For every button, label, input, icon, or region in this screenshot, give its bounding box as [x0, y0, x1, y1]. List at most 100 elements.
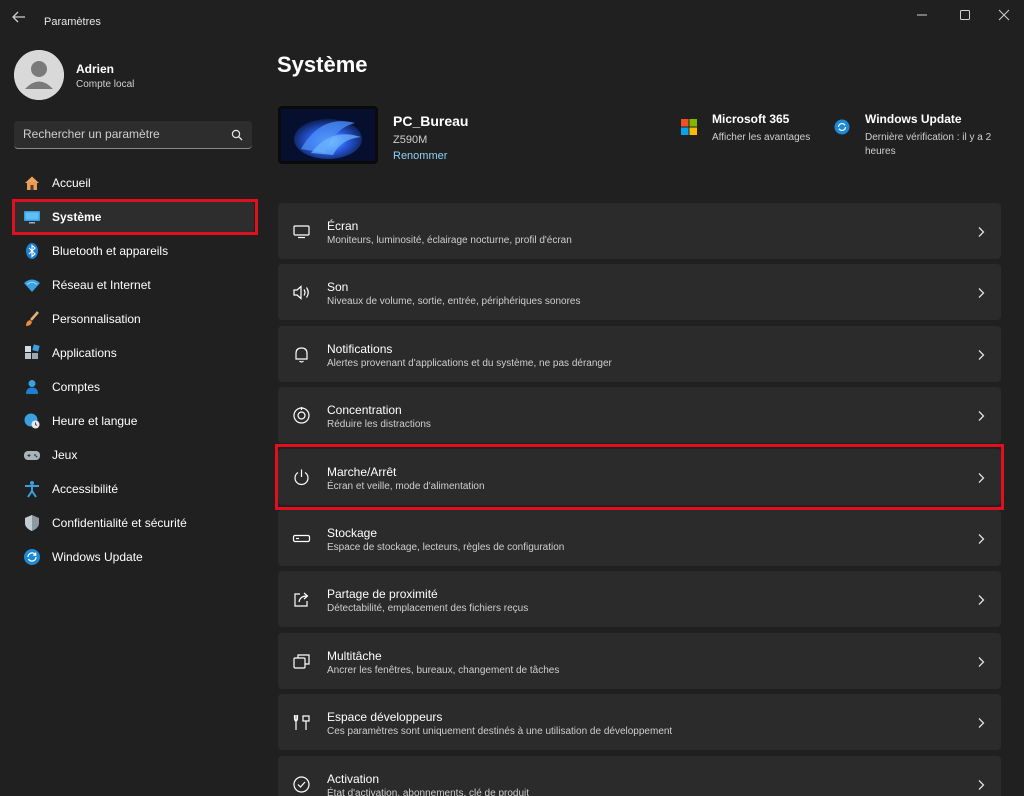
close-icon[interactable]: [992, 6, 1016, 24]
card-subtitle: Détectabilité, emplacement des fichiers …: [327, 603, 529, 615]
developer-tools-icon: [292, 713, 311, 732]
app-title: Paramètres: [44, 16, 101, 28]
annotation-highlight-box: [12, 199, 258, 235]
page-title: Système: [277, 52, 368, 77]
sidebar-item-applications[interactable]: Applications: [14, 337, 254, 369]
device-name: PC_Bureau: [393, 113, 469, 129]
sidebar-item-comptes[interactable]: Comptes: [14, 371, 254, 403]
sidebar-item-label: Jeux: [52, 448, 78, 462]
search-input[interactable]: [14, 121, 224, 147]
card-title: Écran: [327, 219, 359, 233]
chevron-right-icon: [977, 225, 985, 237]
card-title: Multitâche: [327, 648, 382, 663]
sidebar-item-label: Windows Update: [52, 550, 143, 564]
sidebar-item-reseau[interactable]: Réseau et Internet: [14, 269, 254, 301]
card-multitache[interactable]: Multitâche Ancrer les fenêtres, bureaux,…: [278, 632, 1001, 689]
sidebar-item-label: Comptes: [52, 380, 101, 394]
promo-title: Windows Update: [865, 112, 962, 126]
device-wallpaper-thumbnail: [278, 106, 378, 164]
promo-subtitle: Afficher les avantages: [712, 132, 811, 143]
sidebar-item-bluetooth[interactable]: Bluetooth et appareils: [14, 235, 254, 267]
sidebar-item-windows-update[interactable]: Windows Update: [14, 541, 254, 573]
card-stockage[interactable]: Stockage Espace de stockage, lecteurs, r…: [278, 509, 1001, 566]
focus-icon: [292, 406, 311, 425]
speaker-icon: [292, 283, 311, 302]
activation-icon: [292, 775, 311, 794]
apps-icon: [23, 344, 41, 362]
card-partage-proximite[interactable]: Partage de proximité Détectabilité, empl…: [278, 571, 1001, 628]
card-subtitle: Réduire les distractions: [327, 419, 431, 431]
chevron-right-icon: [977, 409, 985, 422]
card-title: Partage de proximité: [327, 587, 438, 602]
card-subtitle: Ces paramètres sont uniquement destinés …: [327, 726, 673, 738]
sidebar-item-label: Bluetooth et appareils: [52, 244, 169, 258]
sidebar-item-label: Réseau et Internet: [52, 278, 151, 292]
wifi-icon: [23, 276, 41, 294]
account-icon: [23, 378, 41, 396]
sidebar-item-label: Heure et langue: [52, 414, 138, 428]
title-bar: Paramètres: [0, 0, 1024, 32]
accessibility-icon: [23, 480, 41, 498]
user-avatar-icon[interactable]: [14, 50, 64, 100]
card-subtitle: Moniteurs, luminosité, éclairage nocturn…: [327, 235, 572, 246]
sidebar-item-label: Personnalisation: [52, 312, 141, 326]
minimize-icon[interactable]: [910, 6, 934, 24]
chevron-right-icon: [977, 716, 985, 729]
windows-update-icon: [834, 119, 850, 135]
sidebar-item-label: Accessibilité: [52, 482, 119, 496]
card-ecran[interactable]: Écran Moniteurs, luminosité, éclairage n…: [278, 203, 1001, 259]
card-subtitle: Ancrer les fenêtres, bureaux, changement…: [327, 664, 560, 676]
microsoft-logo-icon: [681, 119, 697, 135]
sidebar-item-personnalisation[interactable]: Personnalisation: [14, 303, 254, 335]
card-son[interactable]: Son Niveaux de volume, sortie, entrée, p…: [278, 264, 1001, 321]
display-icon: [292, 222, 311, 241]
globe-clock-icon: [23, 412, 41, 430]
windows-update-icon: [23, 548, 41, 566]
card-subtitle: Alertes provenant d'applications et du s…: [327, 357, 612, 369]
card-espace-developpeurs[interactable]: Espace développeurs Ces paramètres sont …: [278, 694, 1001, 751]
card-title: Concentration: [327, 403, 402, 418]
maximize-icon[interactable]: [953, 6, 977, 24]
card-notifications[interactable]: Notifications Alertes provenant d'applic…: [278, 325, 1001, 382]
bluetooth-icon: [23, 242, 41, 260]
chevron-right-icon: [977, 655, 985, 667]
rename-link[interactable]: Renommer: [393, 150, 447, 162]
promo-subtitle: Dernière vérification : il y a 2 heures: [865, 132, 992, 157]
card-activation[interactable]: Activation État d'activation, abonnement…: [278, 755, 1001, 796]
sidebar-item-label: Accueil: [52, 176, 91, 190]
chevron-right-icon: [977, 348, 985, 360]
card-subtitle: Espace de stockage, lecteurs, règles de …: [327, 541, 565, 553]
share-icon: [292, 590, 311, 609]
gamepad-icon: [23, 446, 41, 464]
home-icon: [23, 174, 41, 192]
promo-title: Microsoft 365: [712, 112, 790, 126]
profile-account-type: Compte local: [76, 79, 135, 90]
microsoft-365-promo[interactable]: Microsoft 365 Afficher les avantages: [681, 112, 821, 152]
storage-icon: [292, 529, 311, 548]
sidebar-item-accessibilite[interactable]: Accessibilité: [14, 473, 254, 505]
card-subtitle: État d'activation, abonnements, clé de p…: [327, 787, 530, 796]
sidebar-item-confidentialite[interactable]: Confidentialité et sécurité: [14, 507, 254, 539]
search-box[interactable]: [14, 121, 252, 149]
arrow-left-icon[interactable]: [12, 10, 30, 24]
bell-icon: [292, 345, 311, 364]
search-icon[interactable]: [231, 128, 243, 141]
chevron-right-icon: [977, 593, 985, 606]
chevron-right-icon: [977, 532, 985, 544]
profile-name: Adrien: [76, 62, 115, 76]
chevron-right-icon: [977, 286, 985, 299]
card-title: Notifications: [327, 341, 393, 356]
sidebar-item-label: Applications: [52, 346, 117, 360]
shield-icon: [23, 514, 41, 532]
windows-update-promo[interactable]: Windows Update Dernière vérification : i…: [834, 112, 1004, 162]
sidebar-item-jeux[interactable]: Jeux: [14, 439, 254, 471]
card-concentration[interactable]: Concentration Réduire les distractions: [278, 387, 1001, 444]
chevron-right-icon: [977, 778, 985, 790]
card-title: Activation: [327, 771, 380, 786]
settings-window: Paramètres Adrien Compte local Recherche…: [0, 0, 1024, 796]
sidebar-item-accueil[interactable]: Accueil: [14, 167, 254, 199]
sidebar-item-heure[interactable]: Heure et langue: [14, 405, 254, 437]
sidebar-item-label: Confidentialité et sécurité: [52, 516, 187, 530]
device-model: Z590M: [393, 134, 428, 146]
card-title: Son: [327, 280, 349, 295]
